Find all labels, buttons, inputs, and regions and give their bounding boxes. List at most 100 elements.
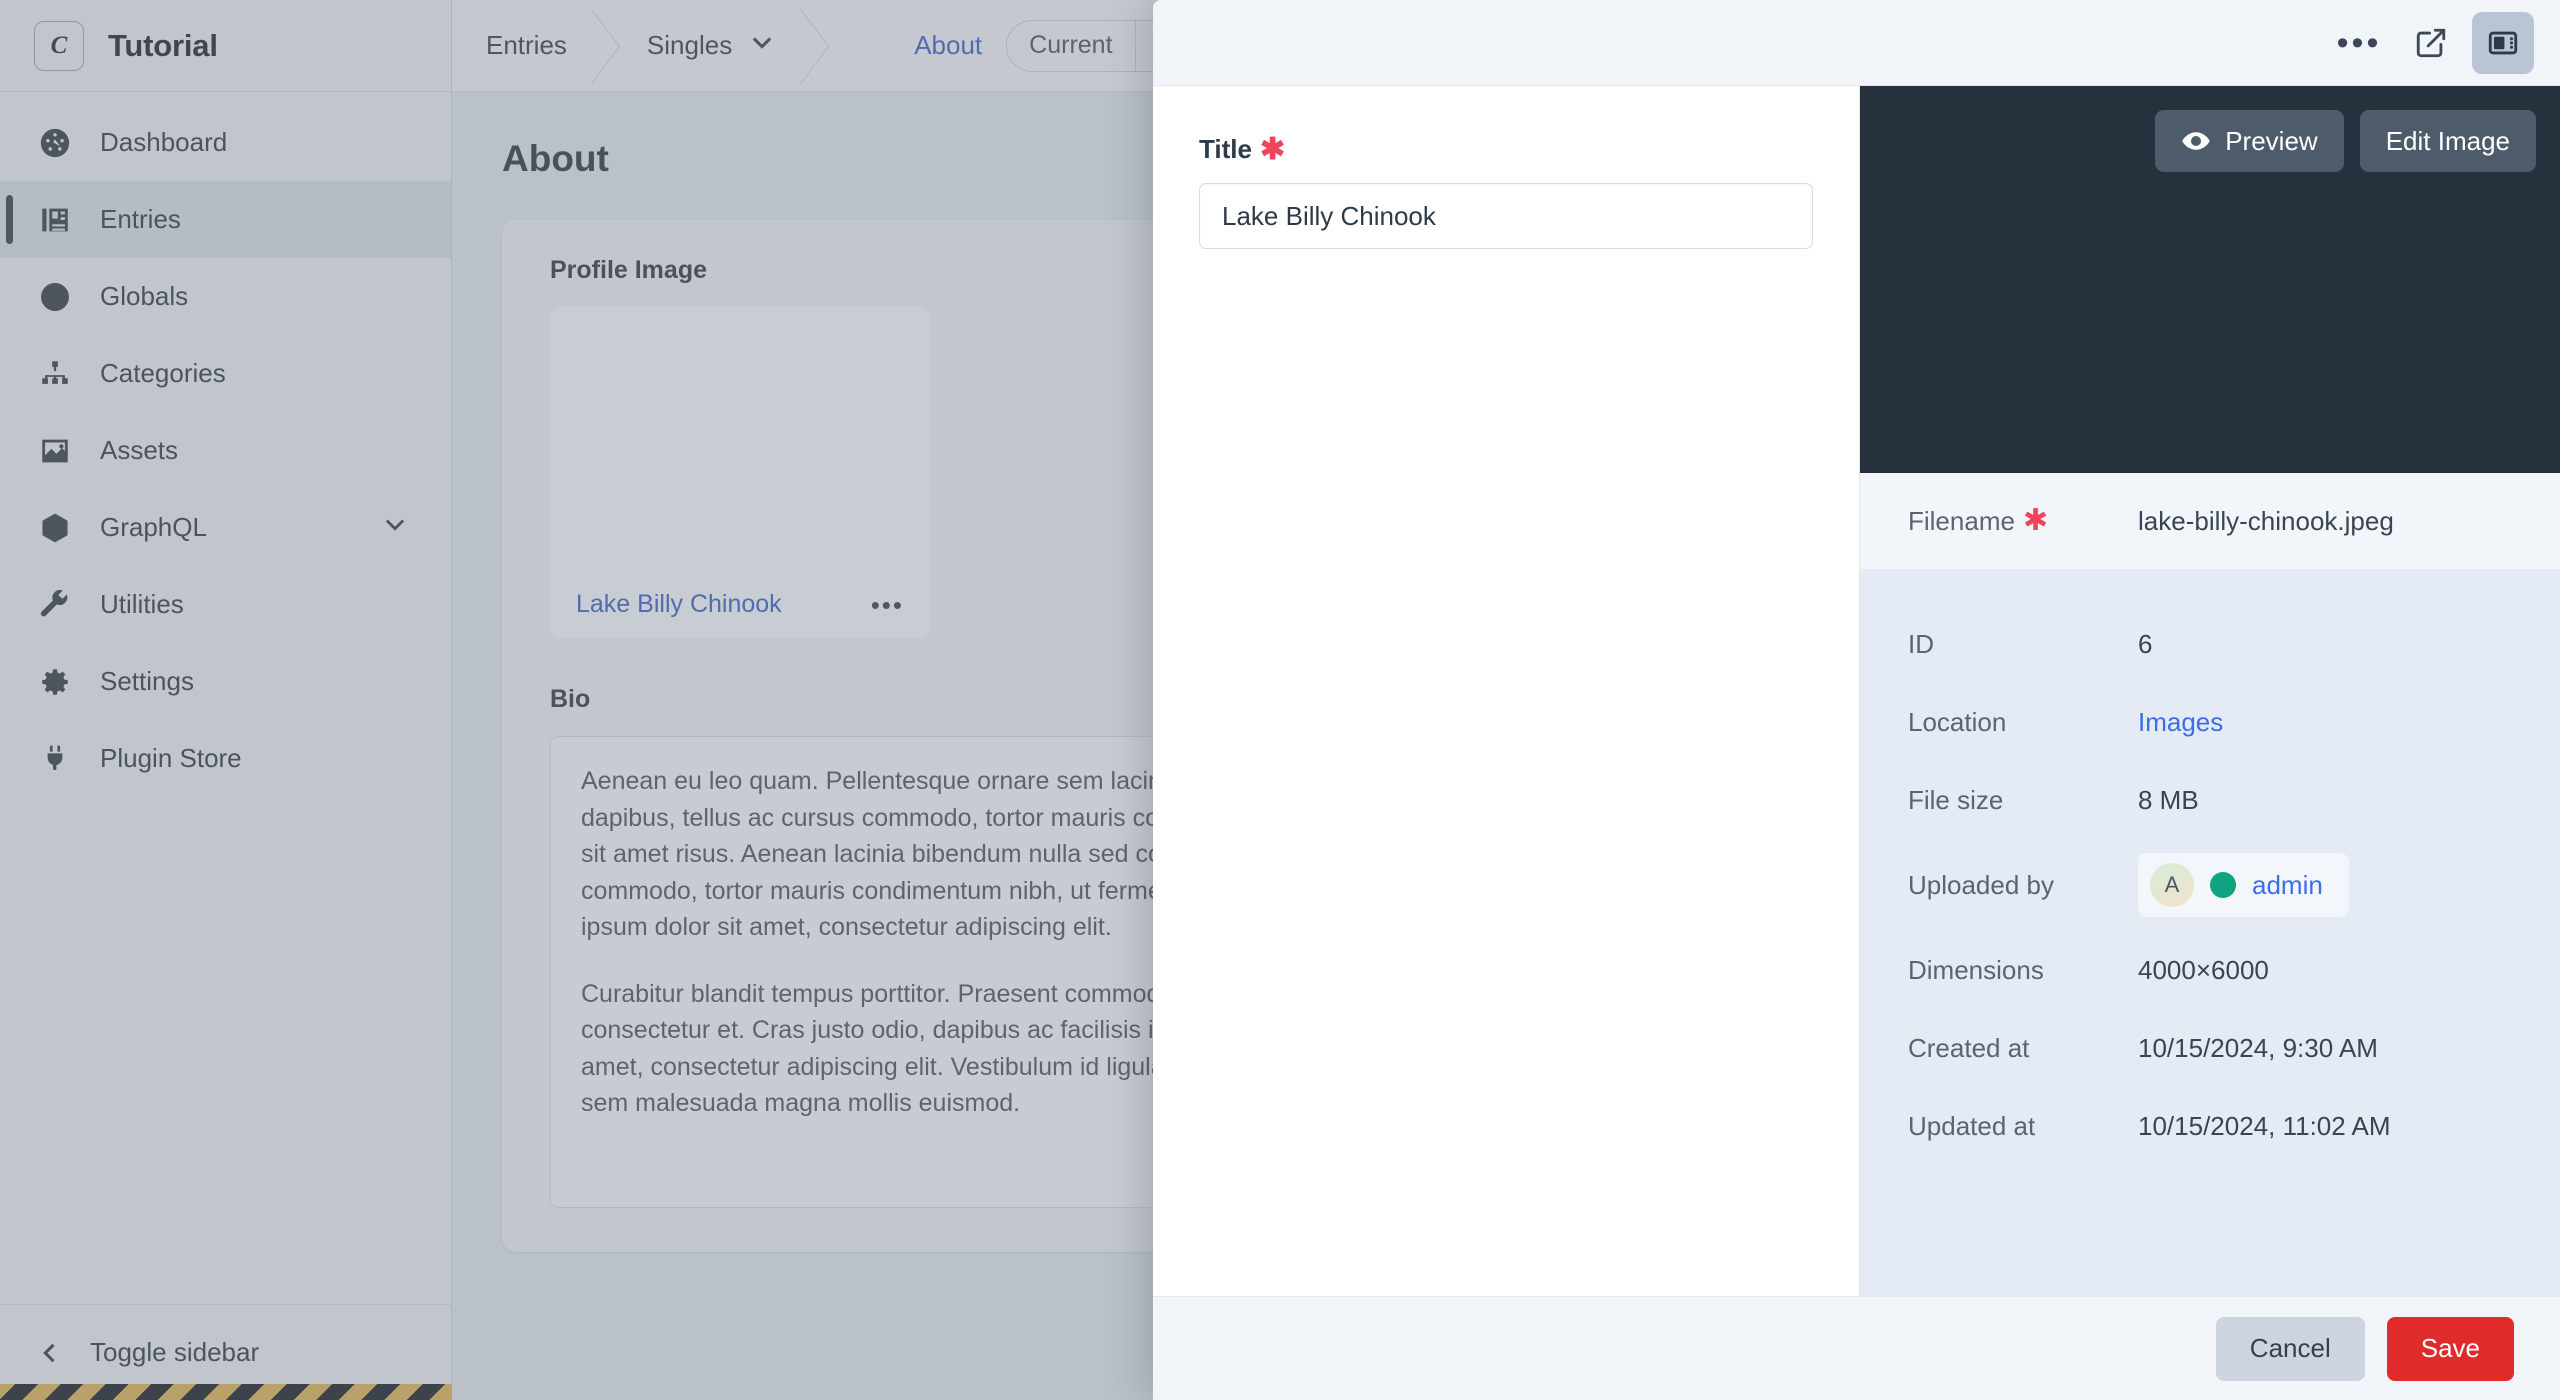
profile-image-field: Lake Billy Chinook •••: [550, 307, 930, 639]
chevron-down-icon[interactable]: [748, 28, 776, 63]
meta-value: 10/15/2024, 9:30 AM: [2138, 1033, 2378, 1064]
sidebar-item-label: GraphQL: [100, 512, 355, 543]
meta-key: Filename ✱: [1908, 506, 2138, 537]
modal-footer: Cancel Save: [1153, 1296, 2560, 1400]
meta-value: lake-billy-chinook.jpeg: [2138, 506, 2394, 537]
dev-mode-stripe: [0, 1384, 452, 1400]
plug-icon: [36, 740, 74, 778]
entry-thumbnail: [856, 25, 898, 67]
sidebar-item-label: Dashboard: [100, 127, 451, 158]
external-link-icon: [2414, 26, 2448, 60]
meta-key-label: Created at: [1908, 1033, 2138, 1064]
avatar: A: [2150, 863, 2194, 907]
sidebar-item-graphql[interactable]: GraphQL: [0, 489, 451, 566]
meta-row-id: ID 6: [1860, 605, 2560, 683]
sidebar: C Tutorial Dashboard Entries Globa: [0, 0, 452, 1400]
panel-toggle-icon: [2486, 26, 2520, 60]
modal-header: •••: [1153, 0, 2560, 86]
spacer: [1860, 569, 2560, 605]
sidebar-item-settings[interactable]: Settings: [0, 643, 451, 720]
sidebar-item-label: Entries: [100, 204, 451, 235]
meta-value: 6: [2138, 629, 2152, 660]
sidebar-nav: Dashboard Entries Globals Categories: [0, 92, 451, 1304]
title-field-label: Title ✱: [1199, 134, 1813, 165]
modal-body: Title ✱ Preview Edit Image: [1153, 86, 2560, 1296]
meta-value: 10/15/2024, 11:02 AM: [2138, 1111, 2391, 1142]
meta-key-label: Filename: [1908, 506, 2015, 537]
meta-row-updated-at: Updated at 10/15/2024, 11:02 AM: [1860, 1087, 2560, 1165]
meta-row-filename: Filename ✱ lake-billy-chinook.jpeg: [1860, 473, 2560, 569]
meta-value: 4000×6000: [2138, 955, 2269, 986]
sidebar-item-label: Settings: [100, 666, 451, 697]
meta-key-label: Location: [1908, 707, 2138, 738]
wrench-icon: [36, 586, 74, 624]
graphql-icon: [36, 509, 74, 547]
asset-preview: Preview Edit Image: [1860, 86, 2560, 473]
sidebar-item-entries[interactable]: Entries: [0, 181, 451, 258]
sidebar-item-label: Categories: [100, 358, 451, 389]
meta-row-file-size: File size 8 MB: [1860, 761, 2560, 839]
asset-action-menu-icon[interactable]: •••: [871, 600, 904, 610]
meta-key-label: File size: [1908, 785, 2138, 816]
title-input[interactable]: [1199, 183, 1813, 249]
sidebar-item-assets[interactable]: Assets: [0, 412, 451, 489]
modal-more-actions-button[interactable]: •••: [2328, 12, 2390, 74]
meta-row-uploaded-by: Uploaded by A admin: [1860, 839, 2560, 931]
asset-thumbnail[interactable]: [660, 333, 820, 568]
location-link[interactable]: Images: [2138, 707, 2223, 738]
breadcrumb-entries[interactable]: Entries: [452, 0, 601, 91]
modal-fields-pane: Title ✱: [1153, 86, 1860, 1296]
edit-image-button[interactable]: Edit Image: [2360, 110, 2536, 172]
chevron-down-icon[interactable]: [381, 510, 409, 545]
sidebar-item-label: Globals: [100, 281, 451, 312]
sidebar-item-plugin-store[interactable]: Plugin Store: [0, 720, 451, 797]
sidebar-item-categories[interactable]: Categories: [0, 335, 451, 412]
preview-button[interactable]: Preview: [2155, 110, 2343, 172]
modal-toggle-details-panel-button[interactable]: [2472, 12, 2534, 74]
required-asterisk-icon: ✱: [2023, 511, 2048, 531]
chevron-left-icon: [36, 1339, 64, 1367]
asset-metadata-list: Filename ✱ lake-billy-chinook.jpeg ID 6 …: [1860, 473, 2560, 1165]
sidebar-header: C Tutorial: [0, 0, 451, 92]
breadcrumb-singles[interactable]: Singles: [601, 0, 810, 91]
status-online-icon: [2210, 872, 2236, 898]
asset-name-link[interactable]: Lake Billy Chinook: [576, 590, 782, 619]
entries-icon: [36, 201, 74, 239]
required-asterisk-icon: ✱: [1260, 140, 1285, 160]
revision-label: Current: [1007, 31, 1134, 60]
preview-button-label: Preview: [2225, 126, 2317, 157]
asset-edit-modal: ••• Title ✱: [1153, 0, 2560, 1400]
meta-key-label: Updated at: [1908, 1111, 2138, 1142]
title-label-text: Title: [1199, 134, 1252, 165]
gauge-icon: [36, 124, 74, 162]
image-icon: [36, 432, 74, 470]
globe-icon: [36, 278, 74, 316]
sidebar-item-utilities[interactable]: Utilities: [0, 566, 451, 643]
meta-value: 8 MB: [2138, 785, 2199, 816]
save-button[interactable]: Save: [2387, 1317, 2514, 1381]
sitemap-icon: [36, 355, 74, 393]
sidebar-item-globals[interactable]: Globals: [0, 258, 451, 335]
breadcrumb-entries-label: Entries: [486, 30, 567, 61]
sidebar-item-label: Utilities: [100, 589, 451, 620]
breadcrumb-singles-label: Singles: [647, 30, 732, 61]
sidebar-item-label: Plugin Store: [100, 743, 451, 774]
toggle-sidebar-label: Toggle sidebar: [90, 1337, 259, 1368]
site-logo[interactable]: C: [34, 21, 84, 71]
asset-preview-actions: Preview Edit Image: [2155, 110, 2536, 172]
uploaded-by-user-chip[interactable]: A admin: [2138, 853, 2349, 917]
sidebar-item-dashboard[interactable]: Dashboard: [0, 104, 451, 181]
breadcrumb-entry-label: About: [914, 30, 982, 61]
ellipsis-icon: •••: [2337, 36, 2382, 50]
uploaded-by-username: admin: [2252, 870, 2323, 901]
eye-icon: [2181, 126, 2211, 156]
meta-row-dimensions: Dimensions 4000×6000: [1860, 931, 2560, 1009]
meta-key-label: Uploaded by: [1908, 870, 2138, 901]
meta-row-created-at: Created at 10/15/2024, 9:30 AM: [1860, 1009, 2560, 1087]
site-title: Tutorial: [108, 28, 218, 64]
modal-details-pane: Preview Edit Image Filename ✱ lake-billy…: [1860, 86, 2560, 1296]
modal-open-in-new-tab-button[interactable]: [2400, 12, 2462, 74]
cancel-button[interactable]: Cancel: [2216, 1317, 2365, 1381]
asset-row: Lake Billy Chinook •••: [576, 590, 904, 619]
meta-row-location: Location Images: [1860, 683, 2560, 761]
